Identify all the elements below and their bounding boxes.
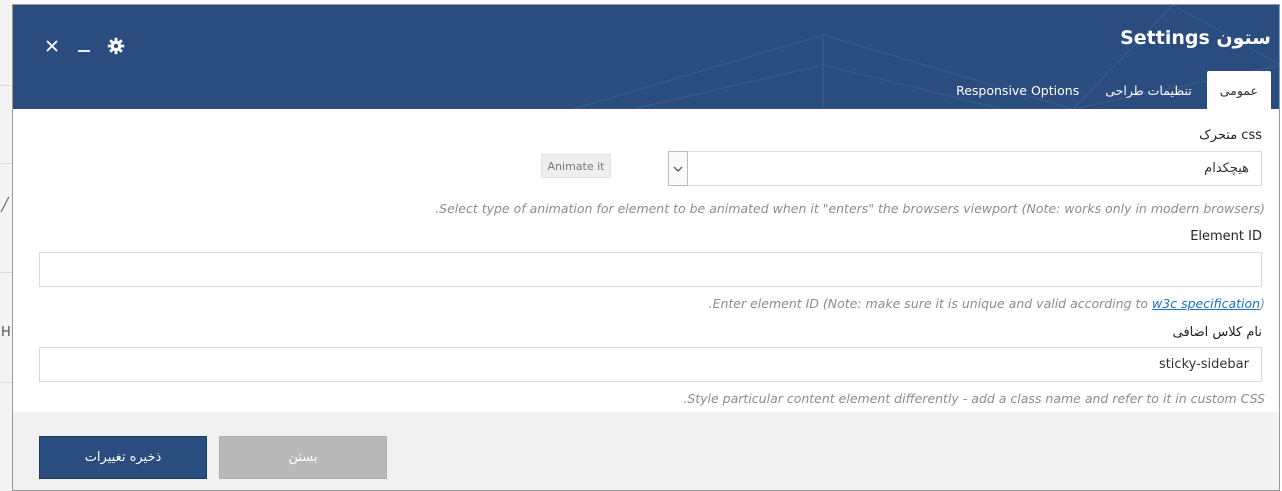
settings-modal: ستون Settings عمومی تنظیمات طراحی Respon… bbox=[12, 4, 1280, 491]
element-id-help: .Enter element ID (Note: make sure it is… bbox=[708, 296, 1265, 311]
tab-responsive-options[interactable]: Responsive Options bbox=[943, 73, 1092, 109]
minimize-icon[interactable] bbox=[75, 35, 93, 57]
animate-it-button[interactable]: Animate it bbox=[541, 154, 611, 178]
background-fragment-icon: H bbox=[1, 325, 11, 340]
extra-class-help: .Style particular content element differ… bbox=[683, 391, 1265, 406]
css-animation-label: css متحرک bbox=[1199, 128, 1262, 143]
close-icon[interactable] bbox=[43, 35, 61, 57]
css-animation-select[interactable]: هیچکدام bbox=[668, 151, 1262, 186]
modal-footer: ذخیره تغییرات بستن bbox=[13, 412, 1279, 490]
window-controls bbox=[43, 35, 125, 57]
background-page-edge bbox=[0, 0, 12, 491]
save-changes-button[interactable]: ذخیره تغییرات bbox=[39, 436, 207, 479]
background-divider bbox=[0, 85, 12, 86]
modal-body: css متحرک هیچکدام Animate it .Select typ… bbox=[13, 109, 1279, 412]
w3c-specification-link[interactable]: w3c specification bbox=[1152, 296, 1260, 311]
background-divider bbox=[0, 163, 12, 164]
modal-header: ستون Settings عمومی تنظیمات طراحی Respon… bbox=[13, 5, 1279, 109]
gear-icon[interactable] bbox=[107, 35, 125, 57]
background-divider bbox=[0, 382, 12, 383]
tab-bar: عمومی تنظیمات طراحی Responsive Options bbox=[943, 71, 1271, 109]
extra-class-input[interactable]: sticky-sidebar bbox=[39, 347, 1262, 382]
css-animation-help: .Select type of animation for element to… bbox=[435, 201, 1265, 216]
background-divider bbox=[0, 272, 12, 273]
extra-class-label: نام کلاس اضافی bbox=[1172, 325, 1262, 340]
modal-title: ستون Settings bbox=[1120, 27, 1271, 49]
element-id-label: Element ID bbox=[1190, 229, 1262, 244]
background-fragment-icon: ╱ bbox=[1, 198, 9, 213]
tab-general[interactable]: عمومی bbox=[1206, 71, 1271, 109]
extra-class-value: sticky-sidebar bbox=[1158, 357, 1249, 372]
close-button[interactable]: بستن bbox=[219, 436, 387, 479]
css-animation-selected: هیچکدام bbox=[1204, 161, 1249, 176]
element-id-input[interactable] bbox=[39, 252, 1262, 287]
tab-design-options[interactable]: تنظیمات طراحی bbox=[1092, 73, 1205, 109]
chevron-down-icon[interactable] bbox=[668, 151, 688, 186]
